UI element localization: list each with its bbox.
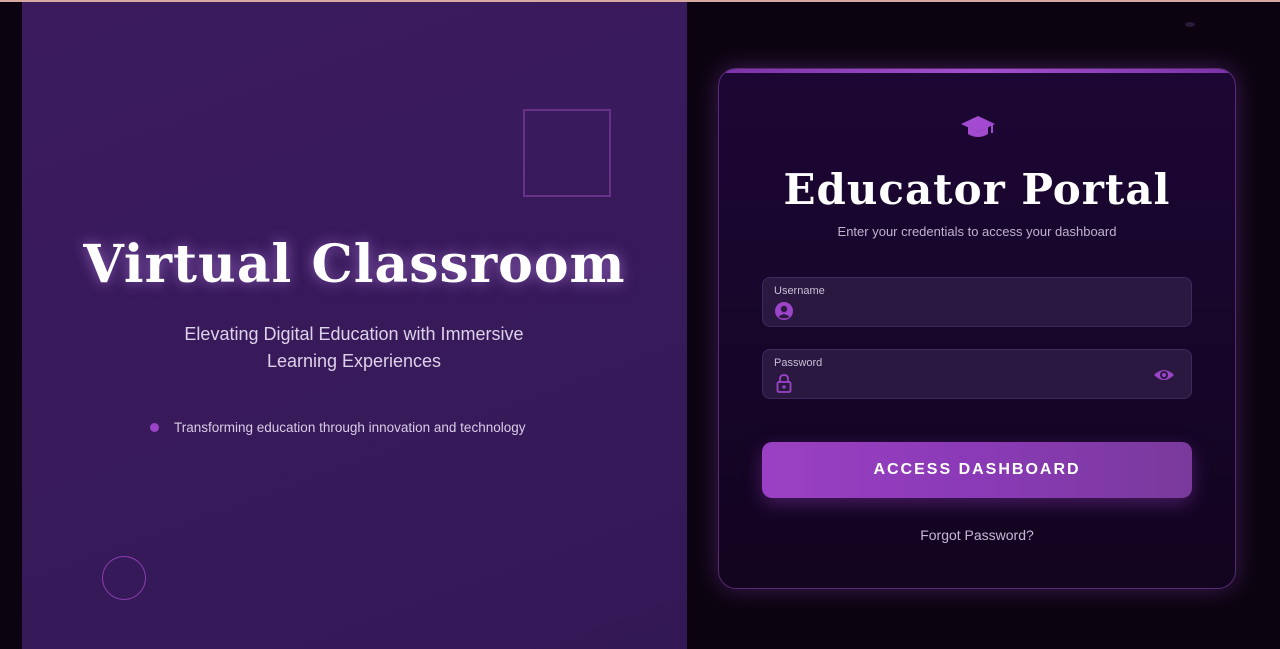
hero-title: Virtual Classroom — [83, 234, 626, 295]
lock-icon — [776, 374, 792, 393]
background-dot — [1185, 22, 1195, 27]
access-dashboard-button[interactable]: ACCESS DASHBOARD — [762, 442, 1192, 498]
eye-icon[interactable] — [1153, 364, 1175, 386]
decorative-square — [523, 109, 611, 197]
hero-subtitle: Elevating Digital Education with Immersi… — [184, 324, 524, 371]
password-field[interactable]: Password — [762, 349, 1192, 399]
bullet-dot-icon — [150, 422, 159, 432]
hero-bullet-text: Transforming education through innovatio… — [174, 419, 526, 435]
hero-bullet: Transforming education through innovatio… — [150, 416, 525, 438]
decorative-circle — [102, 556, 146, 600]
hero-panel: Virtual Classroom Elevating Digital Educ… — [22, 2, 687, 649]
password-label: Password — [774, 357, 823, 369]
card-accent-bar — [719, 69, 1235, 73]
password-input[interactable] — [801, 372, 1141, 394]
card-title: Educator Portal — [783, 165, 1171, 214]
login-card: Educator Portal Enter your credentials t… — [718, 68, 1236, 589]
forgot-password-link[interactable]: Forgot Password? — [719, 527, 1235, 543]
username-field[interactable]: Username — [762, 277, 1192, 327]
graduation-cap-icon — [961, 116, 995, 137]
username-input[interactable] — [801, 300, 1141, 322]
username-label: Username — [774, 285, 825, 297]
user-icon — [775, 302, 793, 320]
card-subtitle: Enter your credentials to access your da… — [837, 224, 1117, 239]
